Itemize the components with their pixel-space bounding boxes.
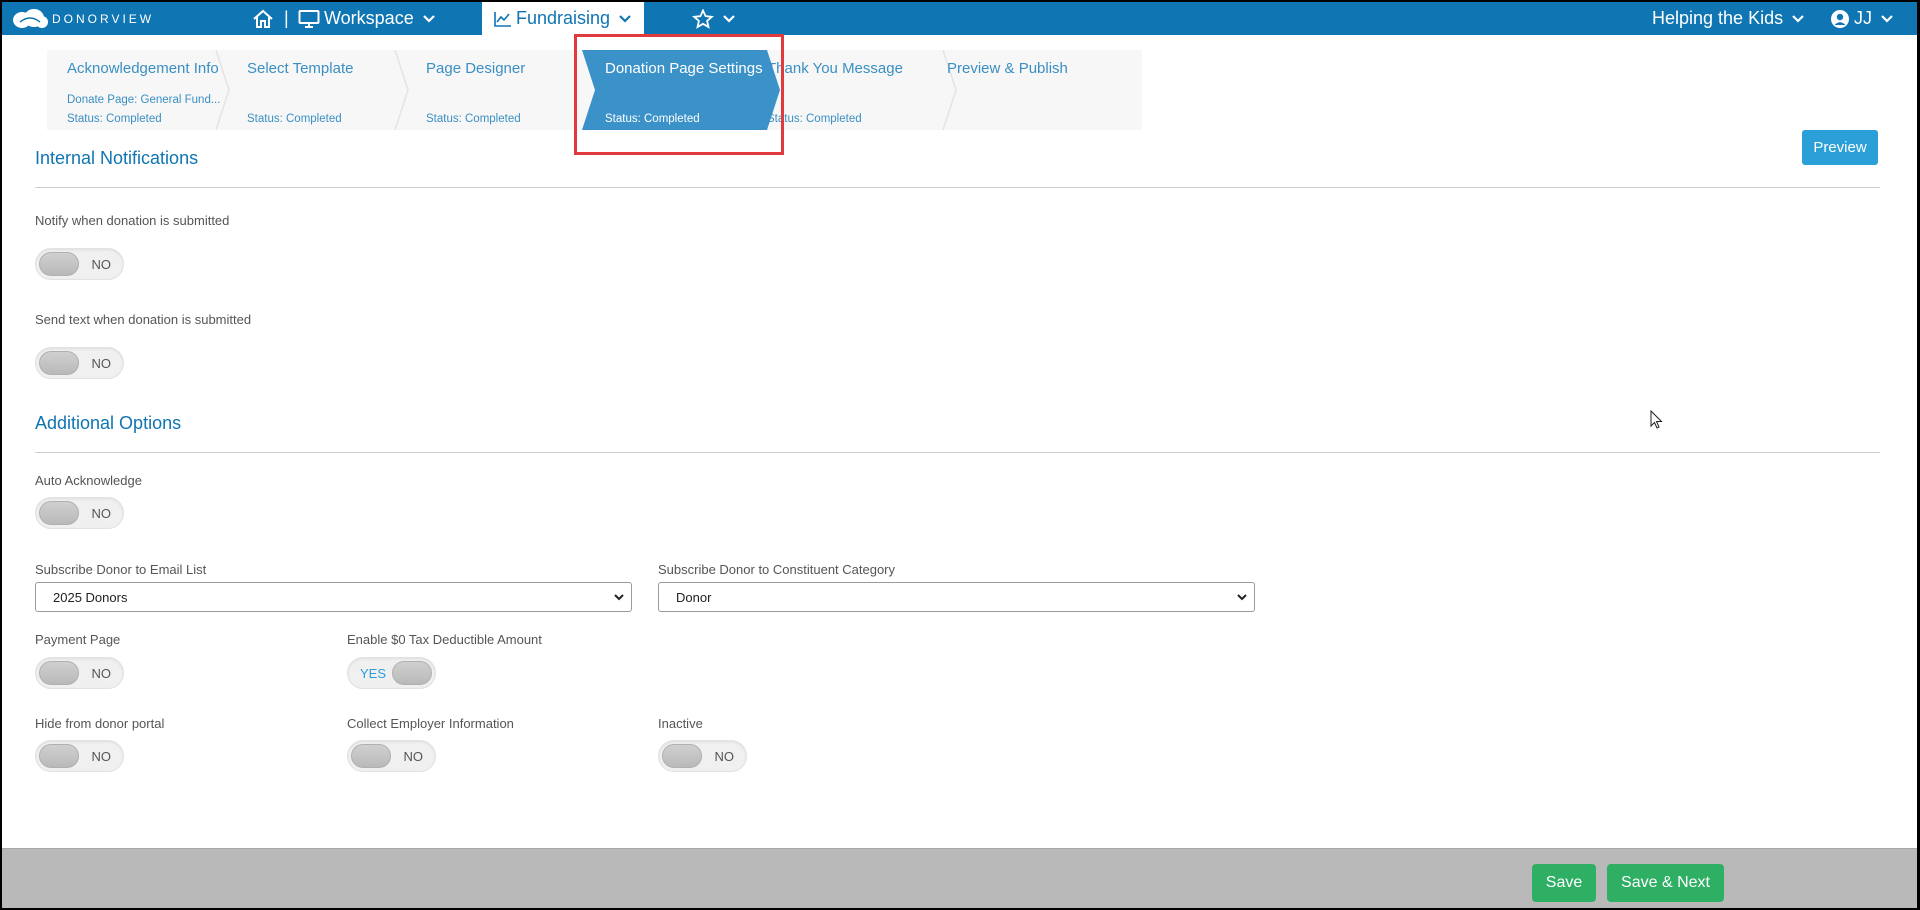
step-donation-page-settings[interactable]: Donation Page Settings Status: Completed: [582, 50, 780, 130]
donorview-logo-icon: [13, 9, 48, 28]
zero-tax-label: Enable $0 Tax Deductible Amount: [347, 632, 542, 647]
email-list-value: 2025 Donors: [53, 590, 128, 605]
toggle-knob: [351, 744, 391, 768]
mouse-cursor-icon: [1650, 410, 1663, 429]
auto-acknowledge-label: Auto Acknowledge: [35, 473, 142, 488]
step-status: Status: Completed: [605, 113, 700, 125]
step-subtitle: Donate Page: General Fund...: [67, 94, 221, 106]
wizard-steps: Acknowledgement Info Donate Page: Genera…: [47, 50, 1142, 130]
notify-submitted-toggle[interactable]: NO: [35, 248, 124, 280]
section-internal-notifications: Internal Notifications: [35, 148, 199, 168]
toggle-state: NO: [91, 257, 112, 272]
section-additional-options: Additional Options: [35, 413, 182, 433]
chevron-down-icon: [1881, 14, 1893, 23]
chevron-down-icon: [723, 14, 735, 23]
nav-separator: |: [284, 8, 289, 28]
nav-workspace-label: Workspace: [324, 8, 414, 28]
inactive-label: Inactive: [658, 716, 703, 731]
step-title: Preview & Publish: [947, 60, 1068, 77]
toggle-knob: [392, 661, 432, 685]
hide-portal-toggle[interactable]: NO: [35, 740, 124, 772]
email-list-select[interactable]: 2025 Donors: [35, 582, 632, 612]
step-title: Acknowledgement Info: [67, 60, 219, 77]
email-list-label: Subscribe Donor to Email List: [35, 562, 207, 577]
employer-info-toggle[interactable]: NO: [347, 740, 436, 772]
hide-portal-label: Hide from donor portal: [35, 716, 165, 731]
chevron-down-icon: [1792, 14, 1804, 23]
step-title: Donation Page Settings: [605, 60, 763, 77]
step-title: Page Designer: [426, 60, 526, 77]
organization-menu[interactable]: Helping the Kids: [1652, 2, 1805, 35]
employer-info-label: Collect Employer Information: [347, 716, 514, 731]
star-icon: [692, 8, 714, 29]
toggle-state: NO: [403, 749, 424, 764]
preview-button[interactable]: Preview: [1802, 130, 1878, 165]
step-acknowledgement-info[interactable]: Acknowledgement Info Donate Page: Genera…: [47, 50, 222, 130]
app-window: DONORVIEW | Workspace Fundraising Helpin…: [2, 2, 1917, 908]
step-select-template[interactable]: Select Template Status: Completed: [227, 50, 402, 130]
user-circle-icon: [1831, 9, 1849, 28]
nav-workspace[interactable]: Workspace: [298, 2, 436, 35]
inactive-toggle[interactable]: NO: [658, 740, 747, 772]
save-next-button[interactable]: Save & Next: [1607, 864, 1724, 902]
constituent-category-select[interactable]: Donor: [658, 582, 1255, 612]
toggle-knob: [39, 351, 79, 375]
nav-fundraising[interactable]: Fundraising: [482, 2, 644, 35]
footer-bar: Save Save & Next: [2, 848, 1917, 908]
chevron-down-icon: [614, 594, 624, 601]
toggle-state: NO: [91, 749, 112, 764]
chart-line-icon: [494, 11, 511, 27]
chevron-down-icon: [1237, 594, 1247, 601]
step-thank-you-message[interactable]: Thank You Message Status: Completed: [765, 50, 940, 130]
notify-submitted-label: Notify when donation is submitted: [35, 213, 230, 228]
step-preview-publish[interactable]: Preview & Publish: [947, 50, 1137, 130]
zero-tax-toggle[interactable]: YES: [347, 657, 436, 689]
chevron-down-icon: [422, 14, 435, 23]
text-submitted-toggle[interactable]: NO: [35, 347, 124, 379]
toggle-state: NO: [714, 749, 735, 764]
monitor-icon: [298, 9, 320, 28]
toggle-knob: [39, 661, 79, 685]
toggle-knob: [662, 744, 702, 768]
step-status: Status: Completed: [426, 113, 521, 125]
favorites-menu[interactable]: [692, 2, 736, 35]
organization-name: Helping the Kids: [1652, 8, 1784, 28]
step-status: Status: Completed: [247, 113, 342, 125]
constituent-category-value: Donor: [676, 590, 712, 605]
constituent-category-label: Subscribe Donor to Constituent Category: [658, 562, 896, 577]
logo[interactable]: DONORVIEW: [12, 7, 154, 31]
section-divider: [35, 187, 1880, 188]
toggle-state: YES: [360, 666, 387, 681]
save-button[interactable]: Save: [1532, 864, 1596, 902]
step-status: Status: Completed: [767, 113, 862, 125]
toggle-knob: [39, 744, 79, 768]
home-link[interactable]: [252, 2, 274, 35]
text-submitted-label: Send text when donation is submitted: [35, 312, 252, 327]
chevron-down-icon: [619, 14, 631, 23]
step-page-designer[interactable]: Page Designer Status: Completed: [406, 50, 581, 130]
payment-page-label: Payment Page: [35, 632, 121, 647]
logo-text: DONORVIEW: [52, 12, 155, 26]
auto-acknowledge-toggle[interactable]: NO: [35, 497, 124, 529]
user-menu[interactable]: JJ: [1830, 2, 1894, 35]
toggle-state: NO: [91, 506, 112, 521]
top-navbar: DONORVIEW | Workspace Fundraising Helpin…: [2, 2, 1917, 35]
toggle-state: NO: [91, 666, 112, 681]
user-initials: JJ: [1854, 8, 1872, 28]
step-title: Thank You Message: [767, 60, 903, 77]
step-title: Select Template: [247, 60, 354, 77]
section-divider: [35, 452, 1880, 453]
toggle-knob: [39, 501, 79, 525]
nav-fundraising-label: Fundraising: [516, 8, 611, 28]
toggle-state: NO: [91, 356, 112, 371]
toggle-knob: [39, 252, 79, 276]
payment-page-toggle[interactable]: NO: [35, 657, 124, 689]
home-icon: [253, 9, 273, 28]
step-status: Status: Completed: [67, 113, 162, 125]
